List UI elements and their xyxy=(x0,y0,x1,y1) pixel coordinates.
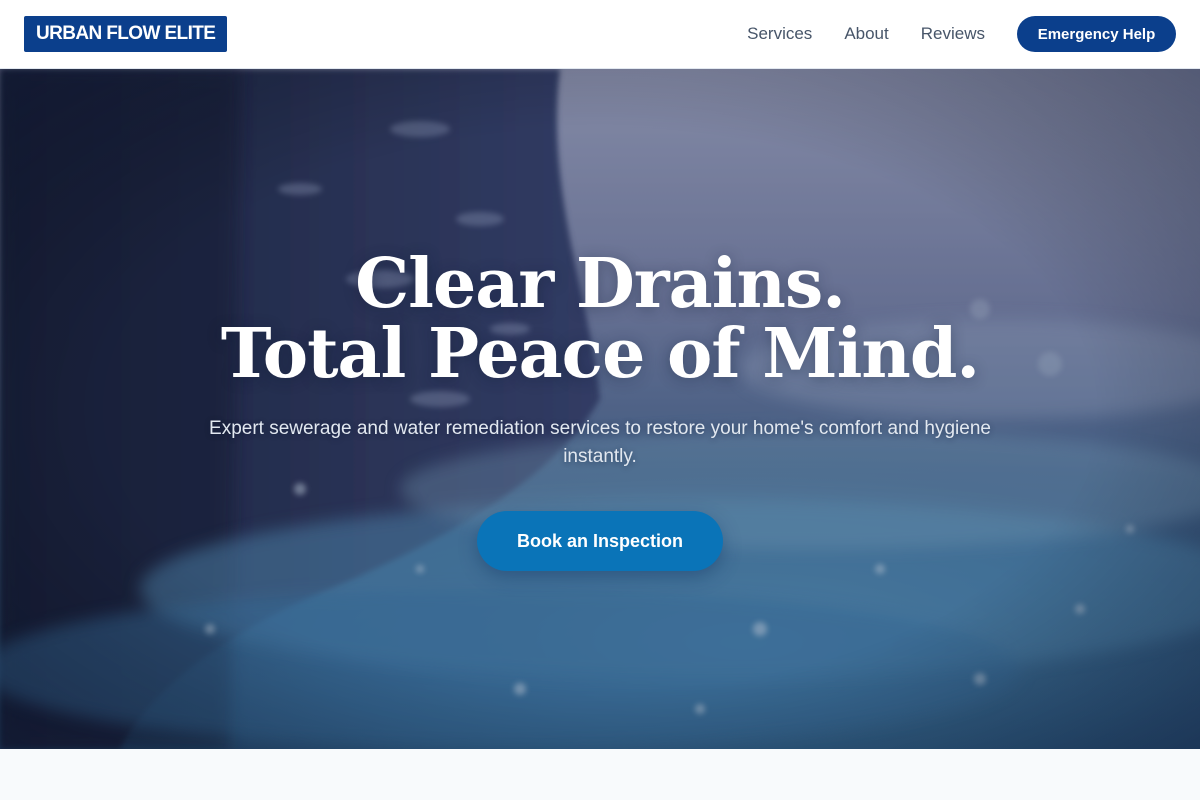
hero-section: Clear Drains. Total Peace of Mind. Exper… xyxy=(0,69,1200,749)
nav-link-services[interactable]: Services xyxy=(747,24,812,44)
next-section xyxy=(0,749,1200,800)
nav-link-reviews[interactable]: Reviews xyxy=(921,24,985,44)
main-nav: Services About Reviews Emergency Help xyxy=(747,16,1176,52)
hero-title-line2: Total Peace of Mind. xyxy=(220,314,980,394)
logo[interactable]: URBAN FLOW ELITE xyxy=(24,16,228,52)
nav-link-about[interactable]: About xyxy=(844,24,888,44)
hero-subtitle: Expert sewerage and water remediation se… xyxy=(209,418,991,467)
hero-content: Clear Drains. Total Peace of Mind. Exper… xyxy=(0,69,1200,749)
site-header: URBAN FLOW ELITE Services About Reviews … xyxy=(0,0,1200,69)
emergency-help-button[interactable]: Emergency Help xyxy=(1017,16,1176,52)
book-inspection-button[interactable]: Book an Inspection xyxy=(477,511,723,571)
hero-title-line1: Clear Drains. xyxy=(355,244,846,324)
